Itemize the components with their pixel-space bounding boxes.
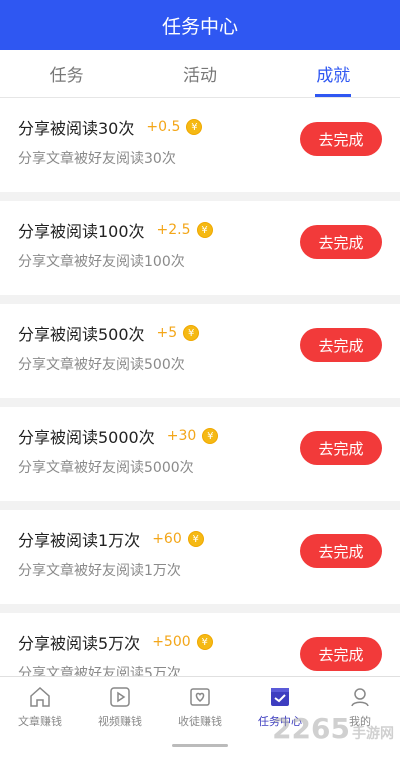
- coin-icon: ¥: [186, 119, 203, 135]
- nav-videos[interactable]: 视频赚钱: [80, 677, 160, 736]
- task-card: 分享被阅读100次 +2.5 ¥ 分享文章被好友阅读100次 去完成: [0, 201, 400, 295]
- coin-icon: ¥: [196, 634, 213, 650]
- task-description: 分享文章被好友阅读1万次: [18, 563, 181, 579]
- tab-achievements[interactable]: 成就: [267, 50, 400, 97]
- go-complete-button[interactable]: 去完成: [300, 225, 382, 259]
- task-title: 分享被阅读1万次 +60 ¥: [18, 527, 204, 551]
- task-description: 分享文章被好友阅读500次: [18, 357, 185, 373]
- go-complete-button[interactable]: 去完成: [300, 637, 382, 671]
- go-complete-button[interactable]: 去完成: [300, 328, 382, 362]
- page-title: 任务中心: [161, 15, 238, 38]
- task-description: 分享文章被好友阅读30次: [18, 151, 176, 167]
- tab-activities[interactable]: 活动: [133, 50, 266, 97]
- go-complete-button[interactable]: 去完成: [300, 431, 382, 465]
- task-title: 分享被阅读5000次 +30 ¥: [18, 424, 219, 448]
- task-card: 分享被阅读500次 +5 ¥ 分享文章被好友阅读500次 去完成: [0, 304, 400, 398]
- go-complete-button[interactable]: 去完成: [300, 534, 382, 568]
- coin-icon: ¥: [202, 428, 219, 444]
- task-card: 分享被阅读30次 +0.5 ¥ 分享文章被好友阅读30次 去完成: [0, 98, 400, 192]
- nav-recruit[interactable]: 收徒赚钱: [160, 677, 240, 736]
- heart-envelope-icon: [190, 687, 210, 706]
- reward-amount: +2.5 ¥: [157, 222, 213, 238]
- user-icon: [351, 687, 369, 706]
- coin-icon: ¥: [187, 531, 204, 547]
- home-indicator[interactable]: [172, 744, 228, 747]
- task-title: 分享被阅读30次 +0.5 ¥: [18, 115, 203, 139]
- reward-amount: +0.5 ¥: [146, 119, 203, 135]
- task-check-icon: [271, 687, 289, 706]
- nav-articles[interactable]: 文章赚钱: [0, 677, 80, 736]
- task-card: 分享被阅读5万次 +500 ¥ 分享文章被好友阅读5万次 去完成: [0, 613, 400, 676]
- task-card: 分享被阅读1万次 +60 ¥ 分享文章被好友阅读1万次 去完成: [0, 510, 400, 604]
- task-title: 分享被阅读500次 +5 ¥: [18, 321, 200, 345]
- home-icon: [30, 686, 50, 707]
- task-title: 分享被阅读100次 +2.5 ¥: [18, 218, 213, 242]
- reward-amount: +5 ¥: [157, 325, 200, 341]
- coin-icon: ¥: [196, 222, 213, 238]
- task-description: 分享文章被好友阅读100次: [18, 254, 185, 270]
- tab-bar: 任务 活动 成就: [0, 50, 400, 98]
- tab-tasks[interactable]: 任务: [0, 50, 133, 97]
- task-description: 分享文章被好友阅读5万次: [18, 666, 181, 676]
- coin-icon: ¥: [183, 325, 200, 341]
- task-list[interactable]: 分享被阅读30次 +0.5 ¥ 分享文章被好友阅读30次 去完成 分享被阅读100…: [0, 98, 400, 676]
- reward-amount: +60 ¥: [152, 531, 204, 547]
- watermark-logo: 2265 手游网: [272, 712, 394, 745]
- task-title: 分享被阅读5万次 +500 ¥: [18, 630, 213, 654]
- task-description: 分享文章被好友阅读5000次: [18, 460, 194, 476]
- reward-amount: +30 ¥: [167, 428, 219, 444]
- video-play-icon: [110, 686, 130, 707]
- reward-amount: +500 ¥: [152, 634, 213, 650]
- go-complete-button[interactable]: 去完成: [300, 122, 382, 156]
- app-header: 任务中心: [0, 0, 400, 50]
- task-card: 分享被阅读5000次 +30 ¥ 分享文章被好友阅读5000次 去完成: [0, 407, 400, 501]
